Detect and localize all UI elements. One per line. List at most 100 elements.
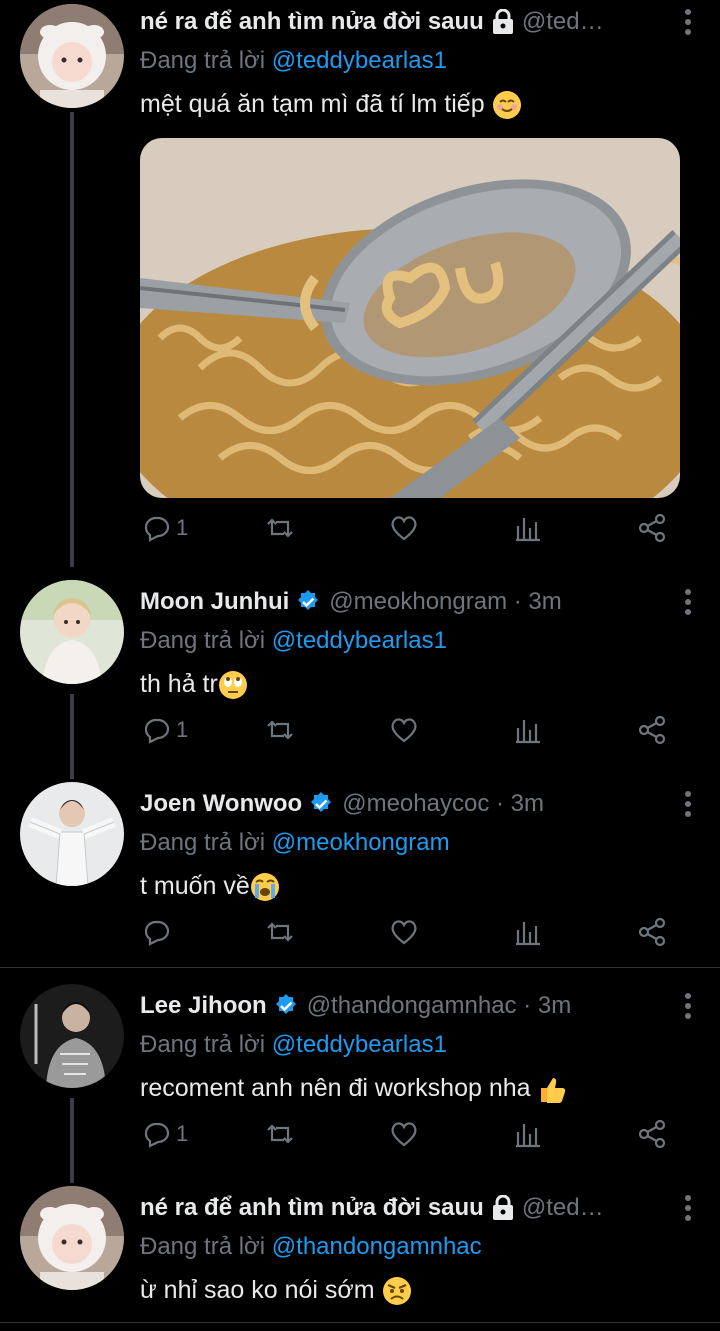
avatar[interactable] (20, 984, 124, 1088)
avatar[interactable] (20, 4, 124, 108)
reply-button[interactable]: 1 (140, 1118, 188, 1150)
tweet-text: mệt quá ăn tạm mì đã tí lm tiếp (140, 86, 700, 122)
share-icon (638, 1119, 666, 1149)
display-name[interactable]: Joen Wonwoo (140, 790, 302, 818)
tweet-header: né ra để anh tìm nửa đời sauu @ted… (140, 1186, 700, 1230)
reply-mention-link[interactable]: @meokhongram (272, 829, 450, 856)
angry-face-emoji (382, 1277, 411, 1306)
reply-count: 1 (176, 1121, 189, 1146)
retweet-icon (267, 518, 293, 538)
views-button[interactable] (512, 916, 544, 948)
retweet-button[interactable] (264, 916, 296, 948)
tweet-text: th hả tr (140, 666, 700, 702)
analytics-icon (516, 720, 540, 744)
reply-icon (144, 718, 170, 744)
handle[interactable]: @ted… (522, 1194, 604, 1222)
reply-mention-link[interactable]: @teddybearlas1 (272, 47, 447, 74)
reply-button[interactable] (140, 916, 176, 948)
retweet-button[interactable] (264, 714, 296, 746)
share-button[interactable] (636, 1118, 668, 1150)
retweet-icon (267, 922, 293, 942)
avatar[interactable] (20, 580, 124, 684)
handle[interactable]: @meokhongram · 3m (329, 588, 561, 616)
tweet-text: t muốn về (140, 868, 700, 904)
more-options-icon[interactable] (676, 1190, 700, 1226)
replying-to: Đang trả lời @teddybearlas1 (140, 47, 447, 74)
crying-emoji (250, 873, 279, 902)
share-icon (638, 513, 666, 543)
verified-badge-icon (298, 590, 319, 610)
thumbs-up-emoji (541, 1078, 566, 1104)
verified-badge-icon (275, 994, 296, 1014)
avatar[interactable] (20, 1186, 124, 1290)
tweet-header: Joen Wonwoo @meohaycoc · 3m (140, 782, 700, 826)
reply-button[interactable]: 1 (140, 714, 188, 746)
tweet-actions: 1 (140, 1118, 700, 1154)
like-button[interactable] (388, 916, 420, 948)
tweet[interactable]: né ra để anh tìm nửa đời sauu @ted… Đang… (0, 1186, 720, 1316)
views-button[interactable] (512, 714, 544, 746)
retweet-button[interactable] (264, 512, 296, 544)
reply-mention-link[interactable]: @teddybearlas1 (272, 1031, 447, 1058)
tweet-actions (140, 916, 700, 952)
retweet-icon (267, 1124, 293, 1144)
like-button[interactable] (388, 1118, 420, 1150)
handle[interactable]: @meohaycoc · 3m (342, 790, 544, 818)
reply-button[interactable]: 1 (140, 512, 188, 544)
verified-badge-icon (311, 792, 332, 812)
tweet-header: né ra để anh tìm nửa đời sauu @ted… (140, 0, 700, 44)
avatar[interactable] (20, 782, 124, 886)
share-button[interactable] (636, 916, 668, 948)
display-name[interactable]: Lee Jihoon (140, 992, 267, 1020)
tweet-image-noodles[interactable] (140, 138, 680, 498)
more-options-icon[interactable] (676, 584, 700, 620)
handle[interactable]: @thandongamnhac · 3m (307, 992, 572, 1020)
lock-icon (492, 1195, 513, 1220)
retweet-button[interactable] (264, 1118, 296, 1150)
like-button[interactable] (388, 512, 420, 544)
relieved-smile-emoji (492, 91, 521, 120)
more-options-icon[interactable] (676, 4, 700, 40)
replying-to: Đang trả lời @teddybearlas1 (140, 1031, 447, 1058)
reply-count: 1 (176, 515, 189, 540)
reply-mention-link[interactable]: @thandongamnhac (272, 1233, 482, 1260)
tweet-actions: 1 (140, 714, 700, 750)
tweet[interactable]: Moon Junhui @meokhongram · 3m Đang trả l… (0, 580, 720, 760)
like-button[interactable] (388, 714, 420, 746)
display-name[interactable]: né ra để anh tìm nửa đời sauu (140, 1194, 484, 1222)
more-options-icon[interactable] (676, 786, 700, 822)
display-name[interactable]: né ra để anh tìm nửa đời sauu (140, 8, 484, 36)
reply-icon (144, 1122, 170, 1148)
share-icon (638, 715, 666, 745)
tweet-separator (0, 1322, 720, 1323)
share-icon (638, 917, 666, 947)
reply-icon (144, 920, 170, 946)
heart-icon (391, 516, 417, 541)
tweet-text: recoment anh nên đi workshop nha (140, 1070, 700, 1106)
eye-roll-emoji (218, 671, 247, 700)
analytics-icon (516, 1124, 540, 1148)
display-name[interactable]: Moon Junhui (140, 588, 289, 616)
analytics-icon (516, 518, 540, 542)
tweet[interactable]: Lee Jihoon @thandongamnhac · 3m Đang trả… (0, 984, 720, 1164)
lock-icon (492, 9, 513, 34)
tweet[interactable]: né ra để anh tìm nửa đời sauu @ted… Đang… (0, 0, 720, 570)
views-button[interactable] (512, 1118, 544, 1150)
tweet-header: Moon Junhui @meokhongram · 3m (140, 580, 700, 624)
retweet-icon (267, 720, 293, 740)
tweet[interactable]: Joen Wonwoo @meohaycoc · 3m Đang trả lời… (0, 782, 720, 962)
tweet-actions: 1 (140, 512, 700, 548)
handle[interactable]: @ted… (522, 8, 604, 36)
heart-icon (391, 1122, 417, 1147)
share-button[interactable] (636, 714, 668, 746)
views-button[interactable] (512, 512, 544, 544)
more-options-icon[interactable] (676, 988, 700, 1024)
reply-count: 1 (176, 717, 189, 742)
replying-to: Đang trả lời @teddybearlas1 (140, 627, 447, 654)
reply-icon (144, 516, 170, 542)
heart-icon (391, 718, 417, 743)
heart-icon (391, 920, 417, 945)
tweet-separator (0, 967, 720, 968)
reply-mention-link[interactable]: @teddybearlas1 (272, 627, 447, 654)
share-button[interactable] (636, 512, 668, 544)
